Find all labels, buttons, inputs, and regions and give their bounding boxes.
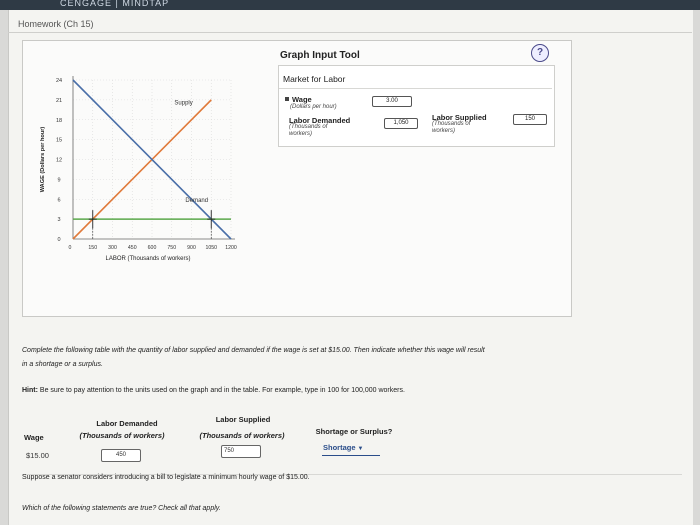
hint-body: Be sure to pay attention to the units us… <box>39 387 405 394</box>
x-tick-label: 150 <box>88 245 97 251</box>
demand-label: Demand <box>185 198 208 204</box>
labor-supplied-value: 150 <box>513 114 547 125</box>
labor-demanded-units-2: workers) <box>289 131 313 137</box>
tool-subtitle: Market for Labor <box>283 74 346 84</box>
labor-demanded-value: 1,050 <box>384 118 418 129</box>
row-wage-value: $15.00 <box>26 451 49 460</box>
x-tick-label: 1050 <box>205 245 217 251</box>
question-text-line-1: Complete the following table with the qu… <box>22 347 485 354</box>
supply-curve <box>72 99 212 240</box>
dropdown-caret-icon: ▼ <box>357 446 364 452</box>
square-bullet-icon <box>285 97 289 101</box>
question-text-line-2: in a shortage or a surplus. <box>22 361 103 368</box>
dropdown-underline <box>322 455 380 456</box>
followup-text-line-1: Suppose a senator considers introducing … <box>22 474 310 481</box>
y-tick-label: 6 <box>57 197 60 203</box>
x-axis-label: LABOR (Thousands of workers) <box>105 256 190 262</box>
labor-demanded-units-1: (Thousands of <box>289 124 328 130</box>
y-axis-label: WAGE (Dollars per hour) <box>40 127 46 193</box>
labor-demanded-input[interactable]: 450 <box>101 449 141 462</box>
labor-supplied-units-1: (Thousands of <box>432 121 471 127</box>
col-header-wage: Wage <box>24 433 44 442</box>
y-tick-label: 21 <box>56 98 62 104</box>
x-tick-label: 1200 <box>225 245 237 251</box>
col-header-labor-supplied: Labor Supplied <box>215 415 271 424</box>
shortage-surplus-dropdown[interactable]: Shortage ▼ <box>323 443 363 452</box>
hint-label: Hint: <box>22 387 38 394</box>
col-header-supplied-units: (Thousands of workers) <box>186 431 298 440</box>
demanded-units-text: (Thousands of workers) <box>79 431 165 440</box>
labor-supplied-input[interactable]: 750 <box>221 445 261 458</box>
x-tick-label: 300 <box>108 245 117 251</box>
x-tick-label: 900 <box>187 245 196 251</box>
x-tick-label: 750 <box>167 245 176 251</box>
followup-text-line-2: Which of the following statements are tr… <box>22 505 221 512</box>
labor-supplied-units-2: workers) <box>432 128 456 134</box>
y-tick-label: 0 <box>57 237 60 243</box>
col-header-labor-demanded: Labor Demanded <box>96 419 158 428</box>
wage-input[interactable]: 3.00 <box>372 96 412 107</box>
y-tick-label: 3 <box>57 217 60 223</box>
col-header-shortage-surplus: Shortage or Surplus? <box>315 427 393 436</box>
supply-label: Supply <box>174 101 192 107</box>
x-tick-label: 0 <box>69 245 72 251</box>
wage-label: Wage <box>292 95 312 104</box>
wage-units: (Dollars per hour) <box>290 104 337 110</box>
tool-divider <box>279 88 552 89</box>
x-tick-label: 450 <box>128 245 137 251</box>
y-tick-label: 9 <box>57 177 60 183</box>
y-tick-label: 18 <box>56 118 62 124</box>
x-tick-label: 600 <box>148 245 157 251</box>
dropdown-selected: Shortage <box>323 443 356 452</box>
help-icon[interactable]: ? <box>531 44 549 62</box>
y-tick-label: 24 <box>56 78 62 84</box>
y-tick-label: 12 <box>56 158 62 164</box>
hint-text: Hint: Be sure to pay attention to the un… <box>22 387 405 394</box>
supplied-units-text: (Thousands of workers) <box>199 431 285 440</box>
y-tick-label: 15 <box>56 138 62 144</box>
graph-input-tool-title: Graph Input Tool <box>280 50 360 61</box>
col-header-demanded-units: (Thousands of workers) <box>64 431 180 440</box>
